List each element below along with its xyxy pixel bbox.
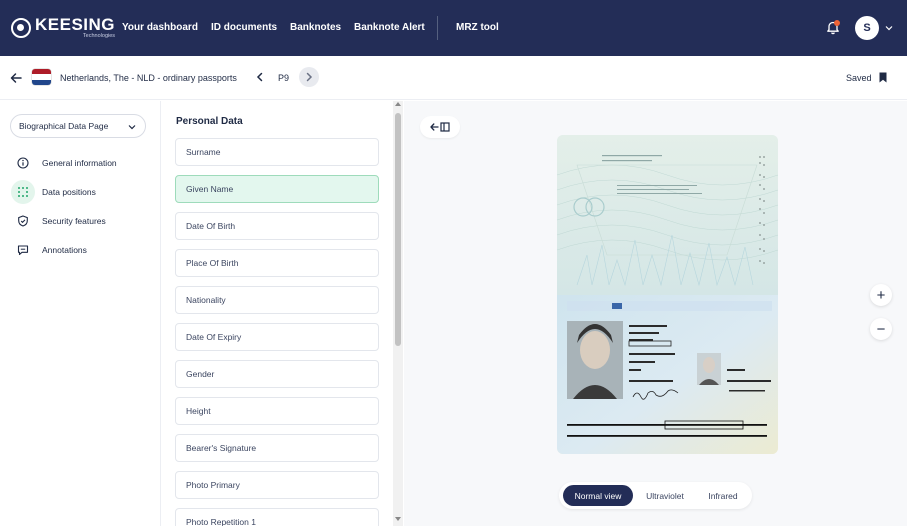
- plus-icon: +: [876, 286, 886, 304]
- page-number: P9: [278, 73, 290, 83]
- view-mode-toggle: Normal view Ultraviolet Infrared: [559, 482, 752, 509]
- logo-name: KEESING: [35, 15, 116, 34]
- nav-divider: [437, 16, 438, 40]
- user-avatar[interactable]: S: [855, 16, 879, 40]
- shield-icon: [11, 209, 35, 233]
- info-icon: [11, 151, 35, 175]
- passport-page-graphic: [557, 135, 778, 454]
- chevron-down-icon[interactable]: [885, 24, 893, 32]
- field-photo-primary[interactable]: Photo Primary: [175, 471, 379, 499]
- scroll-up-arrow-icon[interactable]: [395, 102, 401, 106]
- sidebar-item-label: General information: [42, 158, 117, 168]
- next-page-button[interactable]: [299, 67, 319, 87]
- field-gender[interactable]: Gender: [175, 360, 379, 388]
- collapse-sidebar-icon: [430, 122, 450, 132]
- nav-your-dashboard[interactable]: Your dashboard: [122, 22, 198, 33]
- notification-badge: [834, 20, 840, 26]
- minus-icon: −: [876, 320, 886, 338]
- sidebar: Biographical Data Page General informati…: [0, 101, 161, 526]
- nav-id-documents[interactable]: ID documents: [211, 22, 277, 33]
- sidebar-item-general-information[interactable]: General information: [11, 151, 156, 175]
- panel-title: Personal Data: [176, 116, 243, 127]
- passport-image[interactable]: [557, 135, 778, 454]
- field-height[interactable]: Height: [175, 397, 379, 425]
- netherlands-flag-icon: [32, 69, 51, 85]
- bookmark-icon[interactable]: [879, 72, 887, 83]
- sidebar-item-annotations[interactable]: Annotations: [11, 238, 156, 262]
- previous-page-button[interactable]: [251, 68, 269, 86]
- grid-icon: [11, 180, 35, 204]
- logo-subtitle: Technologies: [82, 33, 116, 39]
- keesing-logo[interactable]: KEESING Technologies: [11, 16, 115, 40]
- logo-mark-icon: [11, 17, 31, 38]
- document-header: Netherlands, The - NLD - ordinary passpo…: [0, 56, 907, 100]
- collapse-panel-button[interactable]: [420, 116, 460, 138]
- field-place-of-birth[interactable]: Place Of Birth: [175, 249, 379, 277]
- document-title: Netherlands, The - NLD - ordinary passpo…: [60, 73, 237, 83]
- chevron-left-icon: [256, 72, 263, 82]
- sidebar-item-data-positions[interactable]: Data positions: [11, 180, 156, 204]
- flag-stripe-blue: [32, 79, 51, 85]
- sidebar-item-label: Security features: [42, 216, 106, 226]
- field-given-name[interactable]: Given Name: [175, 175, 379, 203]
- field-date-of-expiry[interactable]: Date Of Expiry: [175, 323, 379, 351]
- zoom-in-button[interactable]: +: [870, 284, 892, 306]
- nav-banknote-alert[interactable]: Banknote Alert: [354, 22, 425, 33]
- comment-icon: [11, 238, 35, 262]
- personal-data-panel: Personal Data Surname Given Name Date Of…: [162, 101, 403, 526]
- sidebar-item-label: Data positions: [42, 187, 96, 197]
- nav-banknotes[interactable]: Banknotes: [290, 22, 341, 33]
- nav-mrz-tool[interactable]: MRZ tool: [456, 22, 499, 33]
- field-surname[interactable]: Surname: [175, 138, 379, 166]
- field-photo-repetition-1[interactable]: Photo Repetition 1: [175, 508, 379, 526]
- normal-view-button[interactable]: Normal view: [563, 485, 633, 506]
- saved-label[interactable]: Saved: [846, 73, 872, 83]
- zoom-out-button[interactable]: −: [870, 318, 892, 340]
- page-type-select-value: Biographical Data Page: [19, 121, 109, 131]
- field-date-of-birth[interactable]: Date Of Birth: [175, 212, 379, 240]
- chevron-down-icon: [128, 125, 136, 130]
- top-navigation-bar: KEESING Technologies Your dashboard ID d…: [0, 0, 907, 56]
- panel-scrollbar-thumb[interactable]: [395, 113, 401, 346]
- field-bearers-signature[interactable]: Bearer's Signature: [175, 434, 379, 462]
- sidebar-item-label: Annotations: [42, 245, 87, 255]
- infrared-button[interactable]: Infrared: [697, 485, 749, 506]
- back-arrow-icon[interactable]: [9, 71, 23, 85]
- page-type-select[interactable]: Biographical Data Page: [10, 114, 146, 138]
- chevron-right-icon: [306, 72, 313, 82]
- ultraviolet-button[interactable]: Ultraviolet: [637, 485, 693, 506]
- scroll-down-arrow-icon[interactable]: [395, 517, 401, 521]
- sidebar-item-security-features[interactable]: Security features: [11, 209, 156, 233]
- field-nationality[interactable]: Nationality: [175, 286, 379, 314]
